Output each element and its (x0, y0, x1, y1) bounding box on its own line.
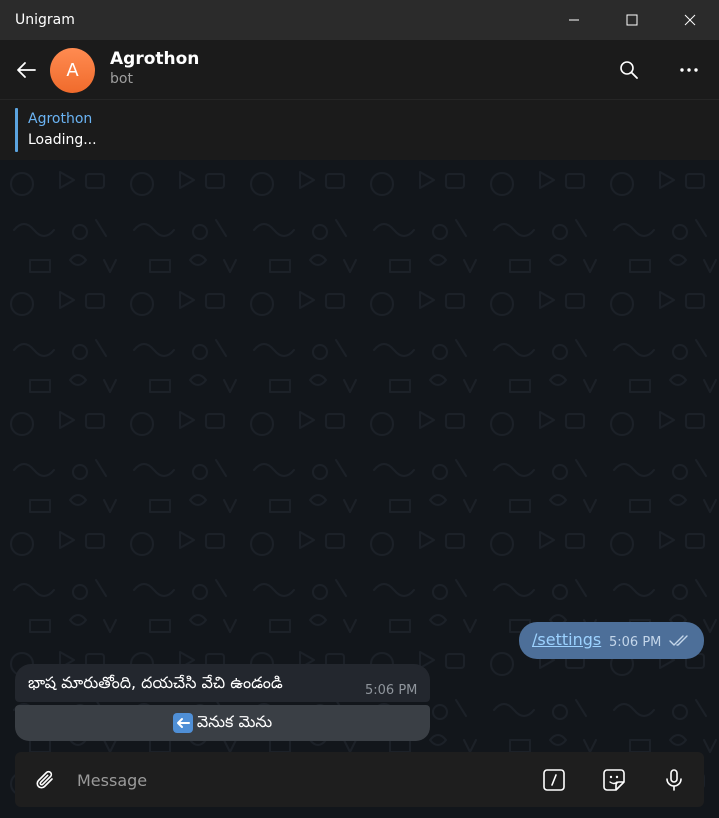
message-input[interactable] (75, 766, 519, 794)
back-button[interactable] (10, 54, 42, 86)
commands-button[interactable] (538, 764, 570, 796)
pinned-title: Agrothon (28, 111, 93, 127)
message-composer (15, 752, 704, 807)
sticker-icon (603, 769, 625, 791)
microphone-button[interactable] (658, 764, 690, 796)
attach-button[interactable] (30, 765, 60, 795)
message-time: 5:06 PM (365, 683, 418, 698)
keyboard-button-label: వెనుక మెను (196, 711, 273, 731)
pinned-text: Loading... (28, 132, 97, 148)
message-time: 5:06 PM (609, 635, 662, 650)
app-title: Unigram (15, 12, 75, 28)
search-button[interactable] (613, 54, 645, 86)
sticker-button[interactable] (598, 764, 630, 796)
search-icon (620, 61, 638, 79)
close-button[interactable] (661, 0, 719, 40)
maximize-button[interactable] (603, 0, 661, 40)
mic-icon (666, 769, 682, 791)
chat-header: A Agrothon bot (0, 40, 719, 100)
incoming-message[interactable]: భాష మారుతోంది, దయచేసి వేచి ఉండండి 5:06 P… (15, 664, 430, 702)
avatar[interactable]: A (50, 48, 95, 93)
chat-status: bot (110, 71, 133, 87)
double-check-icon (669, 635, 688, 646)
command-link[interactable]: /settings (532, 630, 601, 649)
pinned-message[interactable]: Agrothon Loading... (0, 100, 719, 160)
outgoing-message[interactable]: /settings 5:06 PM (519, 622, 704, 659)
minimize-button[interactable] (545, 0, 603, 40)
commands-icon (543, 769, 565, 791)
message-text: భాష మారుతోంది, దయచేసి వేచి ఉండండి (28, 673, 283, 692)
back-arrow-icon (17, 62, 36, 78)
title-bar: Unigram (0, 0, 719, 40)
chat-area: /settings 5:06 PM భాష మారుతోంది, దయచేసి … (0, 160, 719, 818)
window-controls (545, 0, 719, 40)
pinned-accent-bar (15, 108, 18, 152)
more-icon (680, 68, 698, 72)
close-icon (684, 14, 696, 26)
keyboard-button-back-menu[interactable]: వెనుక మెను (15, 705, 430, 741)
more-button[interactable] (673, 54, 705, 86)
maximize-icon (626, 14, 638, 26)
minimize-icon (569, 19, 579, 21)
chat-name[interactable]: Agrothon (110, 49, 199, 69)
back-arrow-emoji-icon (172, 713, 193, 733)
attach-icon (36, 770, 53, 789)
